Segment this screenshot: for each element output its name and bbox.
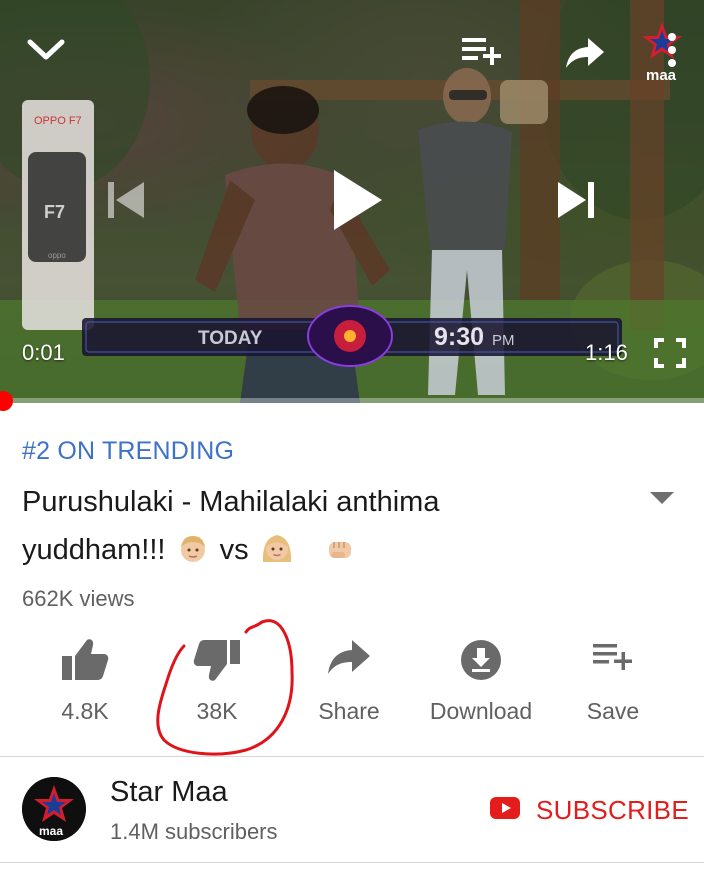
dislike-button[interactable]: 38K: [152, 638, 282, 738]
playlist-add-icon: [548, 638, 678, 686]
expand-description-icon[interactable]: [648, 490, 676, 506]
youtube-play-icon: [490, 796, 520, 824]
trending-badge[interactable]: #2 ON TRENDING: [22, 437, 234, 466]
playlist-add-icon[interactable]: [460, 34, 504, 68]
play-icon[interactable]: [330, 168, 384, 232]
video-title-line2: yuddham!!!: [22, 534, 166, 566]
chevron-down-icon[interactable]: [26, 36, 66, 64]
subscribe-label: SUBSCRIBE: [536, 794, 689, 825]
thumbs-up-icon: [20, 638, 150, 686]
skip-next-icon[interactable]: [556, 180, 598, 220]
video-duration: 1:16: [585, 340, 628, 365]
channel-logo-text: maa: [646, 67, 677, 84]
video-title-line1: Purushulaki - Mahilalaki anthima: [22, 486, 440, 518]
share-icon: [284, 638, 414, 686]
subscribe-button[interactable]: SUBSCRIBE: [490, 790, 689, 830]
dislike-count: 38K: [196, 698, 238, 724]
channel-logo-badge: maa: [640, 18, 690, 88]
channel-avatar[interactable]: maa: [22, 777, 86, 841]
like-count: 4.8K: [61, 698, 109, 724]
share-arrow-icon[interactable]: [564, 36, 606, 70]
skip-previous-icon[interactable]: [106, 180, 148, 220]
thumbs-down-icon: [152, 638, 282, 686]
channel-name[interactable]: Star Maa: [110, 776, 228, 809]
divider: [0, 756, 704, 757]
download-button[interactable]: Download: [416, 638, 546, 738]
avatar-text: maa: [39, 824, 63, 838]
download-icon: [416, 638, 546, 686]
video-player[interactable]: OPPO F7 F7 oppo TODAY 9:30 PM maa 0:01 1…: [0, 0, 704, 403]
more-vert-icon[interactable]: [666, 32, 678, 68]
like-button[interactable]: 4.8K: [20, 638, 150, 738]
fist-emoji-icon: [325, 531, 355, 579]
video-title[interactable]: Purushulaki - Mahilalaki anthima yuddham…: [22, 478, 632, 579]
action-bar: 4.8K 38K Share Download Save: [0, 638, 704, 738]
subscriber-count: 1.4M subscribers: [110, 819, 278, 844]
video-title-vs: vs: [219, 534, 249, 566]
fullscreen-icon[interactable]: [654, 338, 686, 368]
share-label: Share: [318, 698, 380, 724]
current-time: 0:01: [22, 340, 65, 365]
view-count: 662K views: [22, 586, 135, 611]
save-button[interactable]: Save: [548, 638, 678, 738]
woman-emoji-icon: [261, 531, 293, 579]
man-emoji-icon: [178, 531, 208, 579]
progress-bar[interactable]: [0, 398, 704, 403]
download-label: Download: [429, 698, 533, 724]
share-button[interactable]: Share: [284, 638, 414, 738]
save-label: Save: [586, 698, 640, 724]
divider: [0, 862, 704, 863]
